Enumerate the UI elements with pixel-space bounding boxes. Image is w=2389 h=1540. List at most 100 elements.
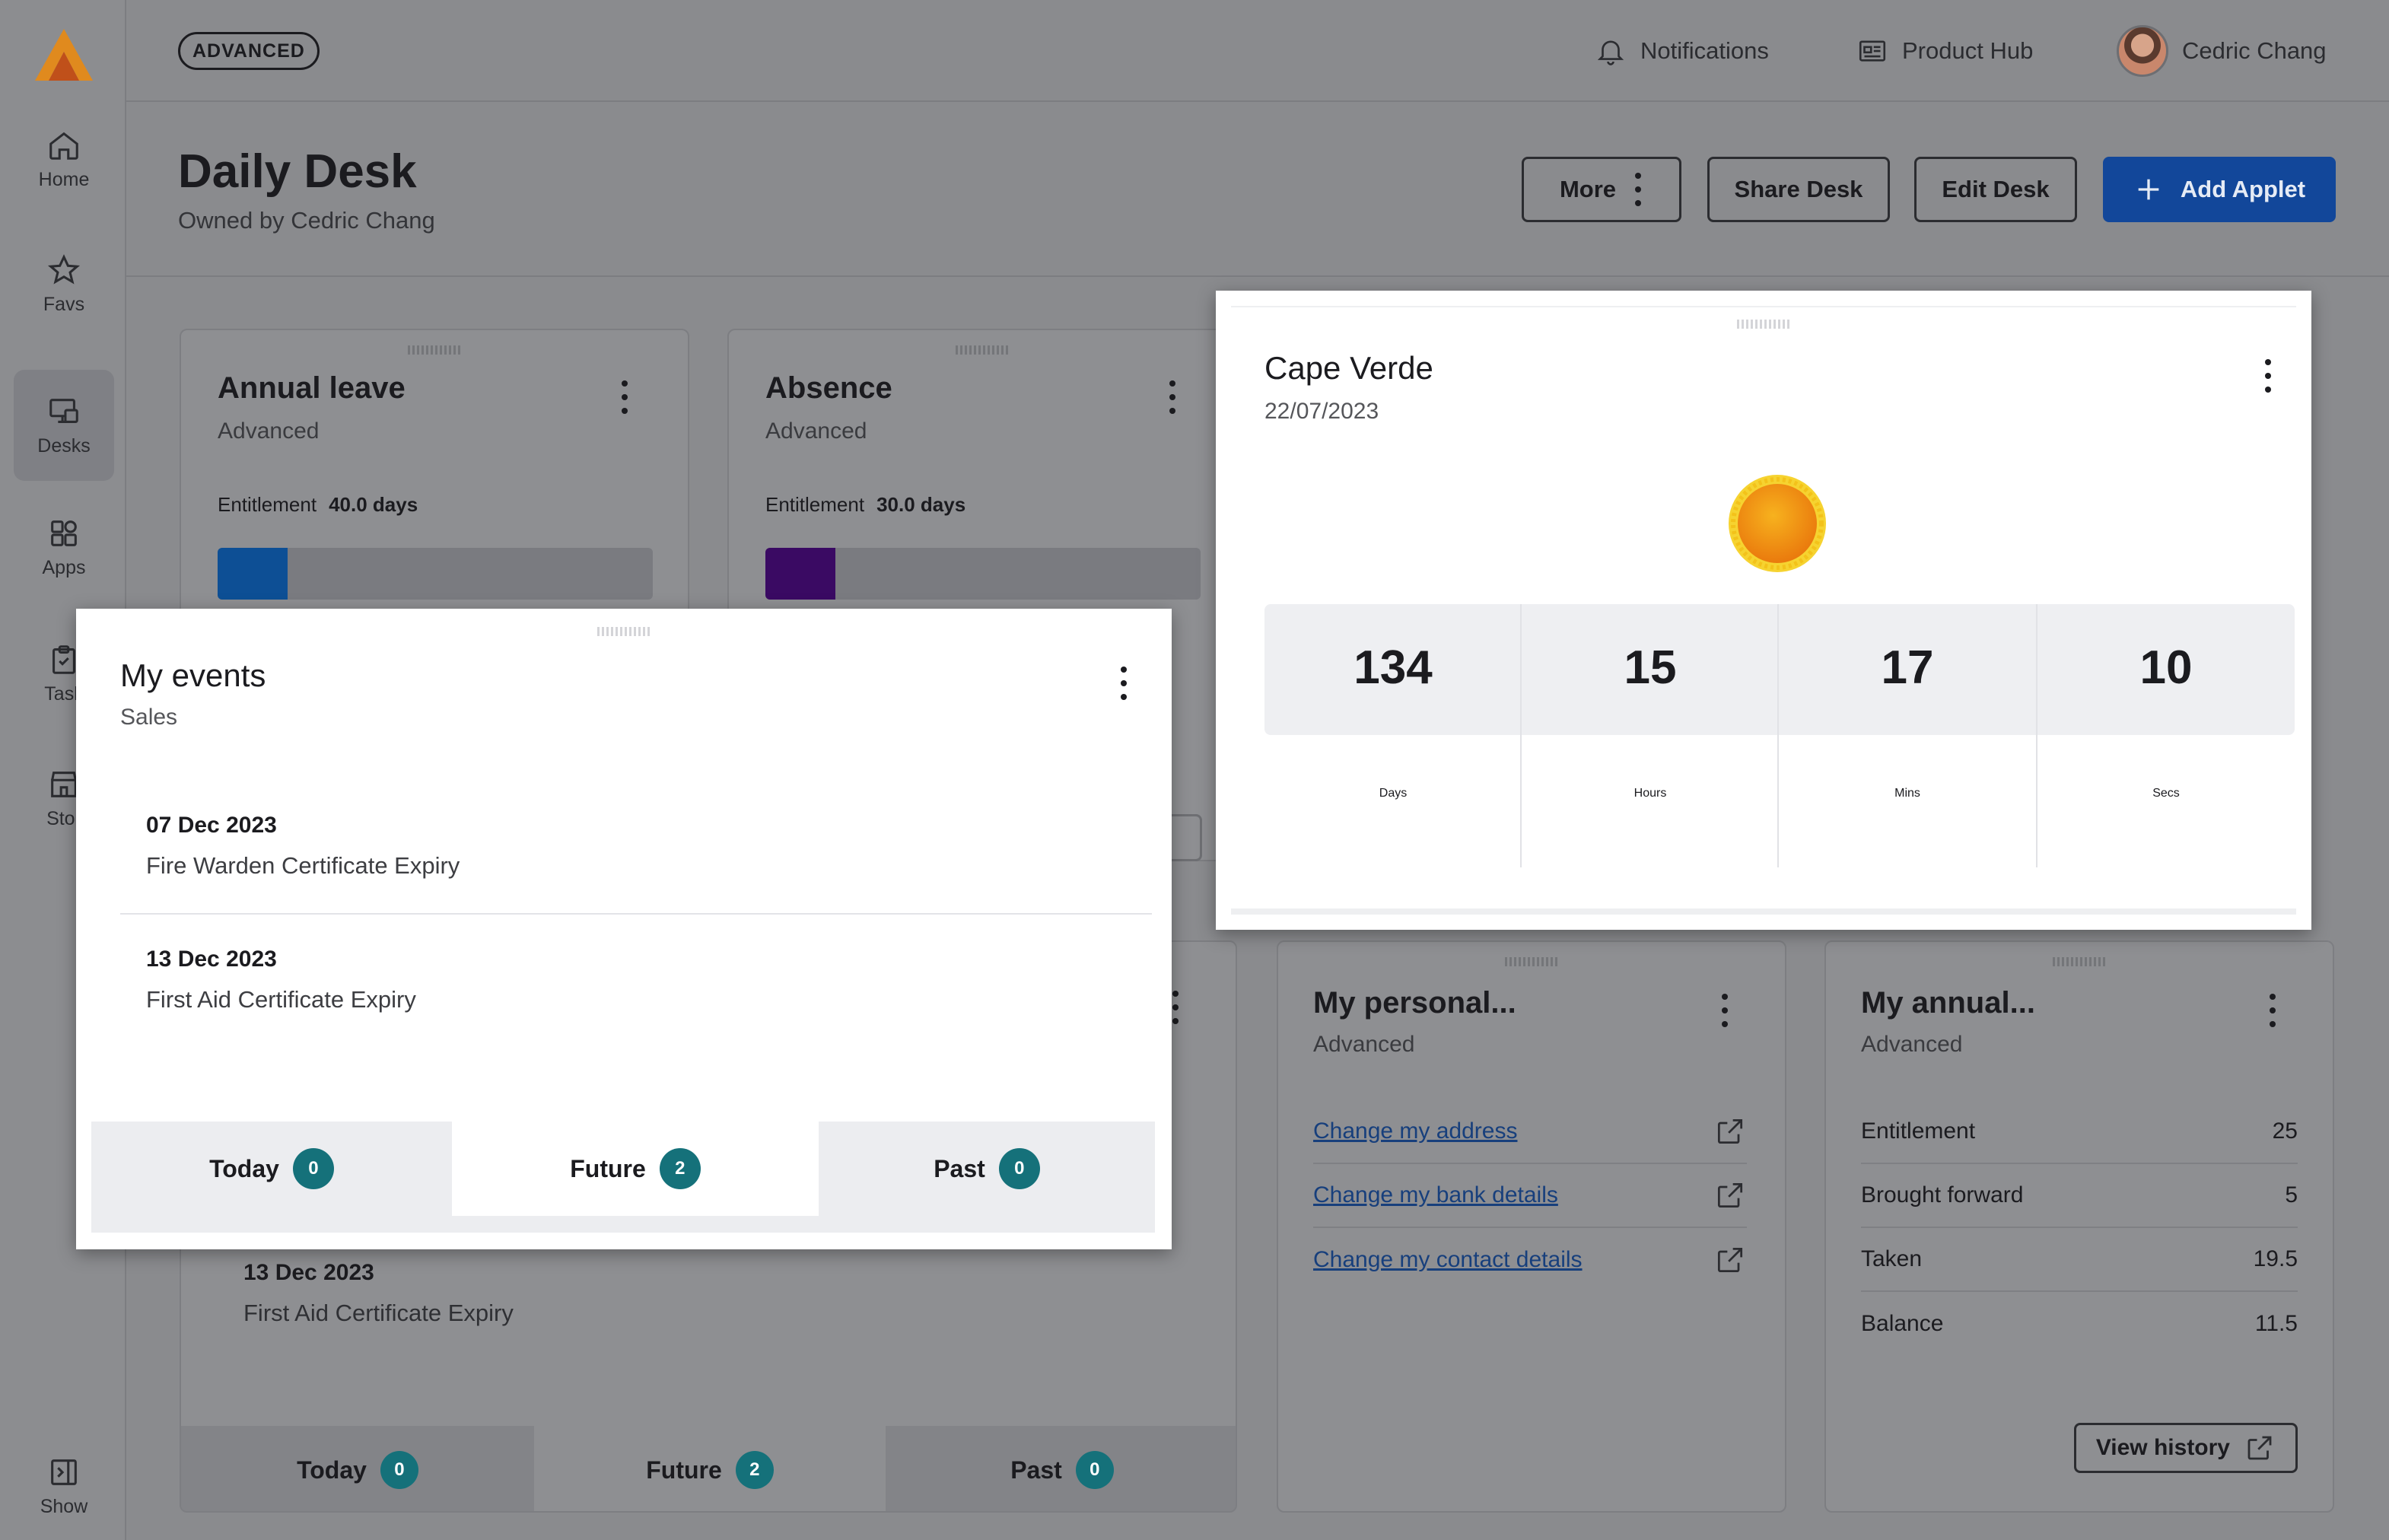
tab-count-badge: 0 bbox=[380, 1451, 418, 1489]
card-title: Absence bbox=[765, 371, 892, 405]
countdown-label: Days bbox=[1379, 787, 1408, 800]
expand-panel-icon bbox=[51, 1459, 77, 1485]
drag-handle[interactable] bbox=[1737, 320, 1790, 329]
card-subtitle: Advanced bbox=[1313, 1032, 1415, 1057]
stat-value: 25 bbox=[2272, 1118, 2298, 1144]
tab-count-badge: 0 bbox=[1075, 1451, 1114, 1489]
brand-logo[interactable] bbox=[35, 29, 93, 81]
stat-row-balance: Balance 11.5 bbox=[1861, 1292, 2298, 1356]
event-divider bbox=[120, 913, 1152, 915]
tier-badge: ADVANCED bbox=[178, 32, 320, 70]
stat-row-taken: Taken 19.5 bbox=[1861, 1228, 2298, 1292]
card-menu-icon[interactable] bbox=[619, 380, 630, 414]
drag-handle[interactable] bbox=[956, 345, 1009, 355]
card-menu-icon[interactable] bbox=[1118, 667, 1129, 700]
tab-label: Today bbox=[209, 1154, 279, 1182]
page-title: Daily Desk bbox=[178, 145, 417, 198]
card-menu-icon[interactable] bbox=[1719, 994, 1730, 1027]
stat-label: Entitlement bbox=[1861, 1118, 1976, 1144]
countdown-days: 134 bbox=[1264, 641, 1522, 695]
page-owner: Owned by Cedric Chang bbox=[178, 207, 435, 234]
drag-handle[interactable] bbox=[408, 345, 461, 355]
apps-icon bbox=[51, 520, 77, 546]
user-menu[interactable]: Cedric Chang bbox=[2117, 24, 2327, 78]
event-item[interactable]: 13 Dec 2023 First Aid Certificate Expiry bbox=[146, 947, 416, 1013]
absence-progress-bar bbox=[765, 548, 1201, 600]
drag-handle[interactable] bbox=[1505, 957, 1558, 966]
sun-icon bbox=[1729, 475, 1826, 572]
notifications-label: Notifications bbox=[1640, 37, 1769, 64]
stat-value: 5 bbox=[2285, 1182, 2298, 1208]
drag-handle[interactable] bbox=[597, 627, 651, 636]
card-menu-icon[interactable] bbox=[1170, 991, 1181, 1024]
leave-progress-bar bbox=[218, 548, 653, 600]
tab-past[interactable]: Past 0 bbox=[819, 1122, 1155, 1216]
event-name: Fire Warden Certificate Expiry bbox=[146, 852, 460, 879]
product-hub-label: Product Hub bbox=[1902, 37, 2034, 64]
event-item[interactable]: 07 Dec 2023 Fire Warden Certificate Expi… bbox=[146, 813, 460, 880]
card-menu-icon[interactable] bbox=[1167, 380, 1178, 414]
tab-future[interactable]: Future 2 bbox=[534, 1426, 886, 1511]
tab-label: Today bbox=[297, 1456, 367, 1484]
countdown-card: Cape Verde 22/07/2023 134 15 17 10 Days … bbox=[1216, 291, 2311, 930]
tabs-footer-strip bbox=[91, 1216, 1155, 1233]
sidebar-item-home[interactable]: Home bbox=[14, 103, 114, 215]
link-row-bank[interactable]: Change my bank details bbox=[1313, 1164, 1747, 1228]
sidebar-item-desks[interactable]: Desks bbox=[14, 370, 114, 481]
bell-icon bbox=[1597, 40, 1624, 65]
card-title: My personal... bbox=[1313, 986, 1516, 1020]
tab-today[interactable]: Today 0 bbox=[91, 1122, 452, 1216]
card-subtitle: Sales bbox=[120, 705, 178, 730]
card-menu-icon[interactable] bbox=[2263, 359, 2273, 393]
change-contact-link[interactable]: Change my contact details bbox=[1313, 1247, 1583, 1273]
share-desk-button[interactable]: Share Desk bbox=[1707, 157, 1890, 222]
countdown-label: Hours bbox=[1633, 787, 1667, 800]
change-address-link[interactable]: Change my address bbox=[1313, 1118, 1517, 1144]
event-item[interactable]: 13 Dec 2023 First Aid Certificate Expiry bbox=[243, 1260, 514, 1327]
entitlement-value: 30.0 days bbox=[876, 493, 966, 516]
tab-label: Past bbox=[1010, 1456, 1062, 1484]
card-menu-icon[interactable] bbox=[2267, 994, 2278, 1027]
view-history-button[interactable]: View history bbox=[2073, 1423, 2298, 1473]
events-tabs: Today 0 Future 2 Past 0 bbox=[181, 1426, 1236, 1511]
add-applet-button[interactable]: Add Applet bbox=[2103, 157, 2336, 222]
annual-summary-card: My annual... Advanced Entitlement 25 Bro… bbox=[1824, 940, 2334, 1513]
sidebar-item-favs[interactable]: Favs bbox=[14, 228, 114, 339]
newspaper-icon bbox=[1859, 40, 1886, 62]
entitlement-label: Entitlement bbox=[218, 493, 317, 516]
desks-icon bbox=[49, 398, 78, 423]
link-row-address[interactable]: Change my address bbox=[1313, 1100, 1747, 1164]
card-subtitle: Advanced bbox=[218, 418, 320, 444]
card-bottom-rule bbox=[1231, 908, 2296, 915]
event-date: 13 Dec 2023 bbox=[243, 1260, 374, 1285]
countdown-label: Secs bbox=[2152, 787, 2180, 800]
drag-handle[interactable] bbox=[2053, 957, 2106, 966]
entitlement-label: Entitlement bbox=[765, 493, 865, 516]
link-row-contact[interactable]: Change my contact details bbox=[1313, 1228, 1747, 1292]
tab-past[interactable]: Past 0 bbox=[886, 1426, 1236, 1511]
more-button[interactable]: More bbox=[1522, 157, 1681, 222]
sidebar-item-apps[interactable]: Apps bbox=[14, 492, 114, 603]
change-bank-link[interactable]: Change my bank details bbox=[1313, 1182, 1558, 1208]
stat-value: 11.5 bbox=[2254, 1311, 2298, 1336]
external-link-icon bbox=[1717, 1247, 1743, 1273]
sidebar-item-label: Home bbox=[38, 168, 90, 190]
notifications-link[interactable]: Notifications bbox=[1595, 30, 1769, 72]
personal-card: My personal... Advanced Change my addres… bbox=[1277, 940, 1786, 1513]
annual-leave-card: Annual leave Advanced Entitlement 40.0 da… bbox=[180, 329, 689, 633]
destination-title: Cape Verde bbox=[1264, 350, 1433, 386]
entitlement-line: Entitlement 30.0 days bbox=[765, 493, 965, 517]
tab-label: Future bbox=[570, 1154, 646, 1182]
countdown-mins: 17 bbox=[1779, 641, 2036, 695]
tab-today[interactable]: Today 0 bbox=[181, 1426, 534, 1511]
edit-desk-button[interactable]: Edit Desk bbox=[1914, 157, 2077, 222]
leave-progress-fill bbox=[218, 548, 288, 600]
event-name: First Aid Certificate Expiry bbox=[146, 986, 416, 1013]
product-hub-link[interactable]: Product Hub bbox=[1856, 30, 2033, 72]
sidebar-show-button[interactable]: Show bbox=[14, 1437, 114, 1535]
entitlement-line: Entitlement 40.0 days bbox=[218, 493, 418, 517]
view-history-label: View history bbox=[2095, 1435, 2230, 1460]
tab-future[interactable]: Future 2 bbox=[452, 1122, 819, 1216]
more-label: More bbox=[1559, 176, 1617, 202]
external-link-icon bbox=[2247, 1436, 2272, 1460]
